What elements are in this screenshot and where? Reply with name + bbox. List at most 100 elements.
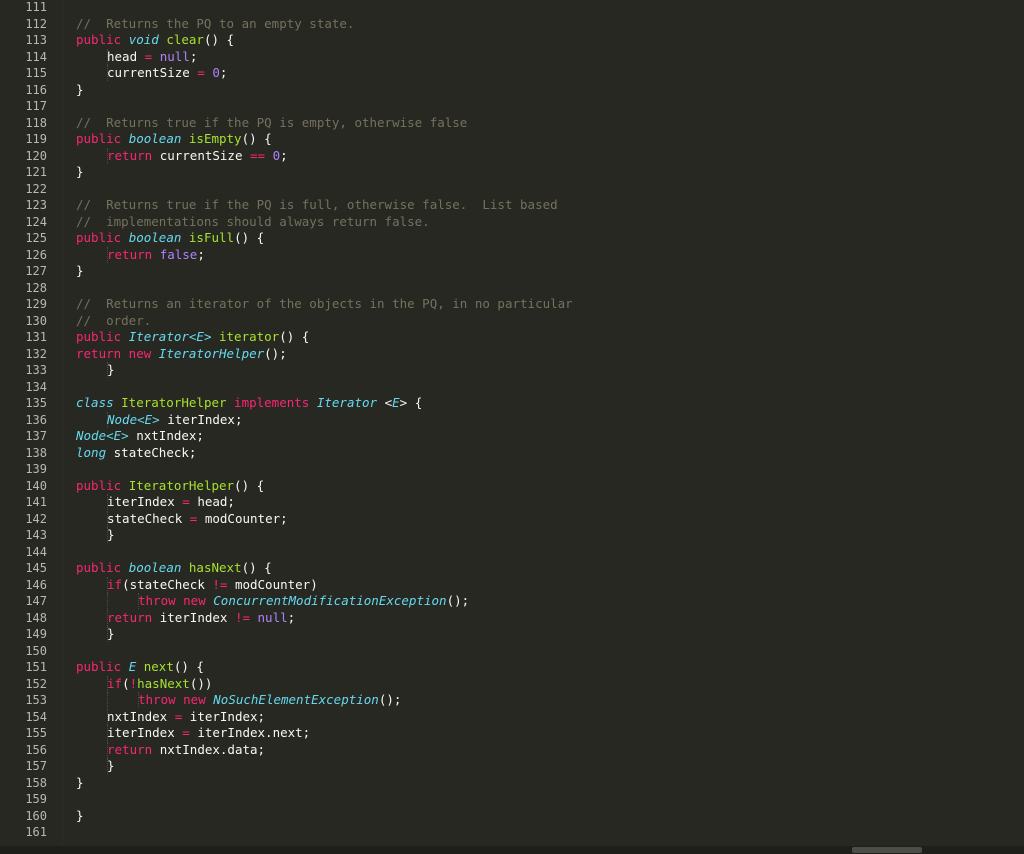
- code-token: head: [107, 48, 145, 64]
- line-number: 161: [25, 825, 47, 839]
- code-token: nxtIndex.data;: [159, 741, 266, 757]
- code-token: iterIndex;: [189, 708, 266, 724]
- code-line[interactable]: 133}: [0, 362, 1012, 378]
- code-text: public boolean hasNext() {: [76, 560, 272, 576]
- code-line[interactable]: 123 // Returns true if the PQ is full, ot…: [0, 197, 1012, 213]
- code-line[interactable]: 126 return false;: [0, 246, 1012, 263]
- code-line[interactable]: 115 currentSize = 0;: [0, 65, 1012, 81]
- code-token: () {: [203, 32, 235, 47]
- code-line[interactable]: 113 public void clear() {: [0, 32, 1012, 48]
- code-line[interactable]: 119 public boolean isEmpty() {: [0, 131, 1012, 147]
- code-line[interactable]: 130 // order.: [0, 313, 1012, 329]
- code-line[interactable]: 137 Node<E> nxtIndex;: [0, 428, 1012, 444]
- code-line[interactable]: 111: [0, 0, 1012, 15]
- code-line[interactable]: 127}: [0, 263, 1012, 279]
- line-number: 132: [25, 346, 47, 361]
- line-number: 154: [25, 709, 47, 724]
- code-line[interactable]: 135 class IteratorHelper implements Itera…: [0, 395, 1012, 411]
- code-line[interactable]: 118 // Returns true if the PQ is empty, o…: [0, 115, 1012, 131]
- line-number: 156: [25, 742, 47, 757]
- code-line[interactable]: 158}: [0, 775, 1012, 791]
- code-line[interactable]: 141 iterIndex = head;: [0, 494, 1012, 510]
- line-number: 120: [25, 148, 47, 163]
- code-line[interactable]: 116}: [0, 82, 1012, 98]
- code-line[interactable]: 134: [0, 379, 1012, 395]
- code-line[interactable]: 147 throw new ConcurrentModificationExcep…: [0, 593, 1012, 609]
- code-line[interactable]: 129 // Returns an iterator of the objects…: [0, 296, 1012, 312]
- code-line[interactable]: 154 nxtIndex = iterIndex;: [0, 708, 1012, 725]
- code-token: public: [76, 32, 129, 47]
- code-line[interactable]: 145 public boolean hasNext() {: [0, 560, 1012, 576]
- code-line[interactable]: 146 if(stateCheck != modCounter): [0, 576, 1012, 593]
- code-token: throw new: [138, 692, 214, 707]
- code-token: return: [107, 741, 160, 757]
- line-number: 150: [25, 643, 47, 658]
- code-line[interactable]: 150: [0, 643, 1012, 659]
- code-token: ();: [378, 692, 402, 707]
- code-line[interactable]: 114 head = null;: [0, 48, 1012, 65]
- line-number: 113: [25, 33, 47, 47]
- code-line[interactable]: 138 long stateCheck;: [0, 445, 1012, 461]
- code-line[interactable]: 143}: [0, 527, 1012, 543]
- code-line[interactable]: 121}: [0, 164, 1012, 180]
- code-line[interactable]: 139: [0, 461, 1012, 477]
- code-text: }: [76, 775, 84, 791]
- code-text: return iterIndex != null;: [107, 610, 295, 626]
- code-line[interactable]: 159: [0, 791, 1012, 807]
- code-line[interactable]: 153 throw new NoSuchElementException();: [0, 692, 1012, 708]
- code-token: ();: [264, 345, 287, 361]
- line-number: 144: [25, 544, 47, 559]
- code-line[interactable]: 142 stateCheck = modCounter;: [0, 510, 1012, 527]
- line-number: 122: [25, 181, 47, 196]
- vertical-scrollbar[interactable]: [1012, 0, 1024, 846]
- horizontal-scrollbar-thumb[interactable]: [852, 847, 922, 853]
- code-token: !=: [212, 576, 235, 592]
- line-number: 137: [25, 429, 47, 443]
- code-token: stateCheck: [107, 510, 190, 526]
- code-line[interactable]: 151 public E next() {: [0, 659, 1012, 675]
- code-line[interactable]: 132 return new IteratorHelper();: [0, 346, 1012, 362]
- code-text: return false;: [107, 247, 205, 263]
- code-line[interactable]: 155 iterIndex = iterIndex.next;: [0, 725, 1012, 741]
- line-number: 111: [25, 0, 47, 14]
- code-line[interactable]: 128: [0, 280, 1012, 296]
- code-text: public Iterator<E> iterator() {: [76, 329, 309, 345]
- code-line[interactable]: 117: [0, 98, 1012, 114]
- code-line[interactable]: 148 return iterIndex != null;: [0, 609, 1012, 626]
- code-token: modCounter;: [204, 510, 288, 526]
- code-token: isEmpty: [188, 131, 242, 146]
- code-line[interactable]: 124 // implementations should always retu…: [0, 214, 1012, 230]
- code-line[interactable]: 157}: [0, 758, 1012, 774]
- code-token: head;: [197, 494, 235, 509]
- code-line[interactable]: 120 return currentSize == 0;: [0, 147, 1012, 164]
- code-token: IteratorHelper: [128, 477, 235, 493]
- code-token: public: [76, 477, 129, 493]
- code-text: long stateCheck;: [76, 445, 196, 461]
- code-line[interactable]: 125 public boolean isFull() {: [0, 230, 1012, 246]
- line-number: 118: [25, 115, 47, 130]
- horizontal-scrollbar[interactable]: [0, 846, 1024, 854]
- code-line[interactable]: 156 return nxtIndex.data;: [0, 741, 1012, 758]
- line-number: 135: [25, 396, 47, 410]
- code-token: () {: [279, 329, 310, 344]
- code-line[interactable]: 160}: [0, 808, 1012, 824]
- code-line[interactable]: 144: [0, 544, 1012, 560]
- code-token: if: [107, 576, 123, 592]
- code-line[interactable]: 136 Node<E> iterIndex;: [0, 411, 1012, 428]
- code-line[interactable]: 140 public IteratorHelper() {: [0, 478, 1012, 494]
- code-line[interactable]: 149}: [0, 626, 1012, 642]
- code-text: }: [107, 527, 115, 543]
- code-token: null: [257, 609, 288, 625]
- line-number: 152: [25, 676, 47, 691]
- code-token: next: [143, 659, 174, 674]
- code-editor[interactable]: 111 112 // Returns the PQ to an empty stat…: [0, 0, 1012, 846]
- code-token: }: [76, 81, 84, 97]
- code-token: iterIndex: [107, 725, 183, 740]
- code-line[interactable]: 152 if(!hasNext()): [0, 675, 1012, 692]
- code-line[interactable]: 161: [0, 824, 1012, 840]
- code-line[interactable]: 122: [0, 181, 1012, 197]
- code-line[interactable]: 131 public Iterator<E> iterator() {: [0, 329, 1012, 345]
- code-line[interactable]: 112 // Returns the PQ to an empty state.: [0, 16, 1012, 32]
- code-token: return new: [76, 345, 159, 361]
- code-text: // Returns true if the PQ is empty, othe…: [76, 115, 467, 131]
